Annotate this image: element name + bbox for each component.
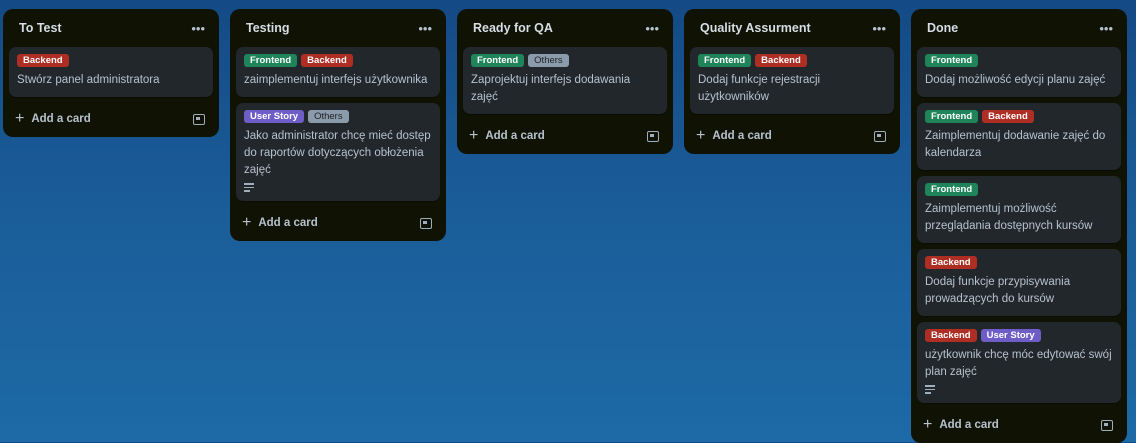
card-labels: Frontend xyxy=(925,183,1113,196)
card-template-icon[interactable] xyxy=(647,130,659,142)
add-card-row: + Add a card xyxy=(463,120,667,152)
more-dots-icon[interactable]: ••• xyxy=(1099,21,1113,36)
card[interactable]: Frontend Backend Dodaj funkcje rejestracji… xyxy=(690,47,894,114)
label-backend[interactable]: Backend xyxy=(982,110,1034,123)
label-frontend[interactable]: Frontend xyxy=(698,54,752,67)
plus-icon: + xyxy=(923,416,933,433)
card[interactable]: Frontend Backend Zaimplementuj dodawanie z… xyxy=(917,103,1121,170)
add-card-label: Add a card xyxy=(939,419,999,431)
list-column[interactable]: Done ••• Frontend Dodaj możliwość edycji pl… xyxy=(911,9,1127,443)
list-header: Quality Assurment ••• xyxy=(690,9,894,47)
label-frontend[interactable]: Frontend xyxy=(925,54,979,67)
card[interactable]: Backend Dodaj funkcje przypisywania prowa… xyxy=(917,249,1121,316)
label-frontend[interactable]: Frontend xyxy=(925,183,979,196)
card-title: Stwórz panel administratora xyxy=(17,74,160,86)
label-frontend[interactable]: Frontend xyxy=(244,54,298,67)
label-frontend[interactable]: Frontend xyxy=(471,54,525,67)
more-dots-icon[interactable]: ••• xyxy=(191,21,205,36)
card-title: zaimplementuj interfejs użytkownika xyxy=(244,74,428,86)
card-title: Jako administrator chcę mieć dostęp do r… xyxy=(244,130,431,176)
add-card-button[interactable]: + Add a card xyxy=(469,128,545,144)
add-card-button[interactable]: + Add a card xyxy=(923,417,999,433)
add-card-row: + Add a card xyxy=(236,207,440,239)
more-dots-icon[interactable]: ••• xyxy=(872,21,886,36)
add-card-button[interactable]: + Add a card xyxy=(242,215,318,231)
card-labels: User Story Others xyxy=(244,110,432,123)
card-title: Dodaj funkcje rejestracji użytkowników xyxy=(698,74,821,103)
card[interactable]: Backend User Story użytkownik chcę móc edy… xyxy=(917,322,1121,403)
card[interactable]: Frontend Zaimplementuj możliwość przegląd… xyxy=(917,176,1121,243)
add-card-button[interactable]: + Add a card xyxy=(15,111,91,127)
card-template-icon[interactable] xyxy=(874,130,886,142)
add-card-row: + Add a card xyxy=(917,409,1121,441)
label-backend[interactable]: Backend xyxy=(301,54,353,67)
card[interactable]: Backend Stwórz panel administratora xyxy=(9,47,213,97)
description-icon xyxy=(925,385,935,395)
label-userstory[interactable]: User Story xyxy=(980,329,1041,342)
card[interactable]: Frontend Dodaj możliwość edycji planu zaj… xyxy=(917,47,1121,97)
card-template-icon[interactable] xyxy=(193,113,205,125)
list-column[interactable]: Ready for QA ••• Frontend Others Zaprojektuj… xyxy=(457,9,673,154)
card-template-icon[interactable] xyxy=(1101,419,1113,431)
card-labels: Frontend Backend xyxy=(698,54,886,67)
card-labels: Backend xyxy=(925,256,1113,269)
card-title: Zaimplementuj możliwość przeglądania dos… xyxy=(925,203,1093,232)
card-labels: Frontend xyxy=(925,54,1113,67)
card[interactable]: User Story Others Jako administrator chcę … xyxy=(236,103,440,201)
card-title: Dodaj funkcje przypisywania prowadzących… xyxy=(925,276,1071,305)
card-labels: Frontend Others xyxy=(471,54,659,67)
label-backend[interactable]: Backend xyxy=(925,329,977,342)
list-column[interactable]: To Test ••• Backend Stwórz panel administra… xyxy=(3,9,219,137)
card-labels: Backend User Story xyxy=(925,329,1113,342)
plus-icon: + xyxy=(15,110,25,127)
list-column[interactable]: Testing ••• Frontend Backend zaimplementuj i… xyxy=(230,9,446,241)
card-labels: Frontend Backend xyxy=(244,54,432,67)
card-labels: Backend xyxy=(17,54,205,67)
card-title: Zaimplementuj dodawanie zajęć do kalenda… xyxy=(925,130,1106,159)
card-title: Zaprojektuj interfejs dodawania zajęć xyxy=(471,74,631,103)
list-header: Testing ••• xyxy=(236,9,440,47)
card-labels: Frontend Backend xyxy=(925,110,1113,123)
list-title[interactable]: Done xyxy=(927,21,958,35)
label-backend[interactable]: Backend xyxy=(17,54,69,67)
plus-icon: + xyxy=(469,127,479,144)
add-card-label: Add a card xyxy=(258,217,318,229)
label-others[interactable]: Others xyxy=(528,54,569,67)
more-dots-icon[interactable]: ••• xyxy=(645,21,659,36)
card[interactable]: Frontend Backend zaimplementuj interfejs u… xyxy=(236,47,440,97)
plus-icon: + xyxy=(242,214,252,231)
label-backend[interactable]: Backend xyxy=(755,54,807,67)
list-header: To Test ••• xyxy=(9,9,213,47)
add-card-button[interactable]: + Add a card xyxy=(696,128,772,144)
add-card-label: Add a card xyxy=(31,113,91,125)
list-title[interactable]: To Test xyxy=(19,21,62,35)
list-header: Done ••• xyxy=(917,9,1121,47)
list-title[interactable]: Ready for QA xyxy=(473,21,553,35)
card[interactable]: Frontend Others Zaprojektuj interfejs doda… xyxy=(463,47,667,114)
add-card-label: Add a card xyxy=(712,130,772,142)
plus-icon: + xyxy=(696,127,706,144)
add-card-label: Add a card xyxy=(485,130,545,142)
list-title[interactable]: Quality Assurment xyxy=(700,21,811,35)
card-template-icon[interactable] xyxy=(420,217,432,229)
list-title[interactable]: Testing xyxy=(246,21,290,35)
more-dots-icon[interactable]: ••• xyxy=(418,21,432,36)
card-title: użytkownik chcę móc edytować swój plan z… xyxy=(925,349,1112,378)
add-card-row: + Add a card xyxy=(9,103,213,135)
add-card-row: + Add a card xyxy=(690,120,894,152)
label-others[interactable]: Others xyxy=(308,110,349,123)
label-userstory[interactable]: User Story xyxy=(244,110,305,123)
label-frontend[interactable]: Frontend xyxy=(925,110,979,123)
label-backend[interactable]: Backend xyxy=(925,256,977,269)
list-column[interactable]: Quality Assurment ••• Frontend Backend Dodaj… xyxy=(684,9,900,154)
description-icon xyxy=(244,183,254,193)
card-title: Dodaj możliwość edycji planu zajęć xyxy=(925,74,1106,86)
list-header: Ready for QA ••• xyxy=(463,9,667,47)
